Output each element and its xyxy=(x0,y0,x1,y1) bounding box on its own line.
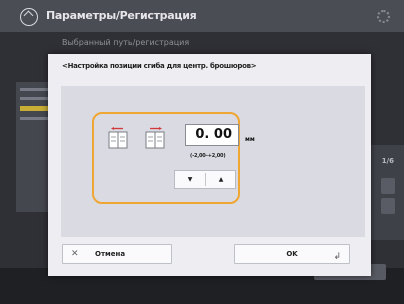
ok-label: OK xyxy=(286,250,298,258)
cancel-label: Отмена xyxy=(95,250,126,258)
top-bar: Параметры/Регистрация xyxy=(0,0,404,32)
breadcrumb: Выбранный путь/регистрация xyxy=(62,38,190,47)
shift-right-icon[interactable] xyxy=(145,127,165,149)
ok-button[interactable]: OK ↲ xyxy=(234,244,350,264)
enter-icon: ↲ xyxy=(333,252,341,262)
close-icon: ✕ xyxy=(71,249,79,259)
shift-left-icon[interactable] xyxy=(108,127,128,149)
cancel-button[interactable]: ✕ Отмена xyxy=(62,244,172,264)
gear-icon[interactable] xyxy=(377,10,390,23)
selected-list-item xyxy=(20,106,48,111)
decrement-button[interactable]: ▼ xyxy=(175,171,205,188)
unit-label: мм xyxy=(245,136,255,143)
home-icon[interactable] xyxy=(20,8,38,26)
fold-position-value[interactable]: 0. 00 xyxy=(185,124,239,146)
page-count: 1/6 xyxy=(381,157,394,165)
increment-button[interactable]: ▲ xyxy=(206,171,236,188)
scroll-up-button[interactable] xyxy=(381,178,395,194)
screen-title: Параметры/Регистрация xyxy=(46,9,197,22)
range-label: (-2,00–+2,00) xyxy=(190,153,226,159)
scroll-down-button[interactable] xyxy=(381,198,395,214)
value-stepper: ▼ ▲ xyxy=(174,170,236,189)
dialog-title: <Настройка позиции сгиба для центр. брош… xyxy=(62,62,257,70)
